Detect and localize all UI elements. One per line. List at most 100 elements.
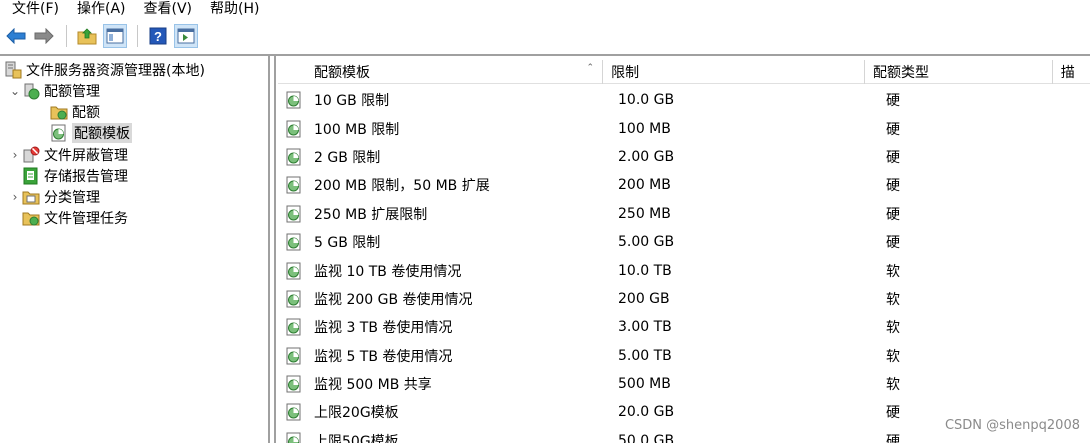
template-name: 上限50G模板 (314, 433, 399, 443)
cell-quota-type: 硬 (886, 206, 900, 223)
tree-item-quota-management[interactable]: ⌄ 配额管理 (8, 80, 100, 101)
table-row[interactable]: 监视 5 TB 卷使用情况 5.00 TB 软 (278, 342, 1090, 370)
quota-template-icon (284, 232, 304, 252)
tree-label-storage-reports: 存储报告管理 (44, 168, 128, 185)
classification-icon (22, 188, 40, 206)
cell-limit: 5.00 GB (618, 234, 675, 251)
cell-quota-type: 软 (886, 320, 900, 337)
table-row[interactable]: 100 MB 限制 100 MB 硬 (278, 114, 1090, 142)
tree-item-quota[interactable]: 配额 (50, 101, 100, 122)
svg-text:?: ? (154, 29, 162, 44)
menu-action[interactable]: 操作(A) (65, 1, 132, 17)
cell-template-name: 监视 500 MB 共享 (278, 374, 610, 394)
template-name: 上限20G模板 (314, 405, 399, 422)
tree-item-quota-templates[interactable]: 配额模板 (50, 122, 132, 143)
quota-template-list: 配额模板 ⌃ 限制 配额类型 描 10 GB 限制 10.0 GB 硬 100 MB … (274, 56, 1090, 443)
column-header-quota-type[interactable]: 配额类型 (865, 60, 1053, 84)
menu-view[interactable]: 查看(V) (132, 1, 199, 17)
quota-template-icon (284, 147, 304, 167)
table-row[interactable]: 250 MB 扩展限制 250 MB 硬 (278, 200, 1090, 228)
action-pane-button[interactable] (174, 24, 198, 48)
template-name: 5 GB 限制 (314, 235, 381, 252)
menu-file[interactable]: 文件(F) (0, 1, 65, 17)
back-button[interactable] (4, 24, 28, 48)
table-row[interactable]: 监视 3 TB 卷使用情况 3.00 TB 软 (278, 313, 1090, 341)
column-header-label: 描 (1060, 65, 1075, 81)
expand-toggle[interactable]: ⌄ (8, 84, 22, 98)
show-hide-tree-button[interactable] (103, 24, 127, 48)
cell-quota-type: 硬 (886, 178, 900, 195)
quota-folder-icon (50, 103, 68, 121)
list-rows: 10 GB 限制 10.0 GB 硬 100 MB 限制 100 MB 硬 2 GB 限制 2… (278, 86, 1090, 443)
forward-button[interactable] (32, 24, 56, 48)
cell-limit: 500 MB (618, 376, 671, 393)
navigation-tree: 文件服务器资源管理器(本地) ⌄ 配额管理 配额 配额模板 › 文件屏蔽管理 存… (0, 56, 270, 443)
cell-limit: 100 MB (618, 120, 671, 137)
tree-item-classification[interactable]: › 分类管理 (8, 186, 100, 207)
tree-item-file-management-tasks[interactable]: 文件管理任务 (22, 207, 128, 228)
cell-quota-type: 硬 (886, 121, 900, 138)
table-row[interactable]: 10 GB 限制 10.0 GB 硬 (278, 86, 1090, 114)
file-task-icon (22, 209, 40, 227)
cell-template-name: 上限50G模板 (278, 431, 610, 443)
column-header-template[interactable]: 配额模板 ⌃ (278, 60, 604, 84)
tree-item-root[interactable]: 文件服务器资源管理器(本地) (4, 59, 205, 80)
tree-label-quota-templates: 配额模板 (72, 122, 132, 143)
table-row[interactable]: 2 GB 限制 2.00 GB 硬 (278, 143, 1090, 171)
toolbar-separator (137, 25, 138, 47)
quota-template-icon (284, 346, 304, 366)
menu-bar: 文件(F) 操作(A) 查看(V) 帮助(H) (0, 0, 1090, 18)
table-row[interactable]: 监视 10 TB 卷使用情况 10.0 TB 软 (278, 256, 1090, 284)
table-row[interactable]: 5 GB 限制 5.00 GB 硬 (278, 228, 1090, 256)
cell-limit: 2.00 GB (618, 148, 675, 165)
tree-item-storage-reports[interactable]: 存储报告管理 (22, 165, 128, 186)
quota-management-icon (22, 82, 40, 100)
table-row[interactable]: 监视 200 GB 卷使用情况 200 GB 软 (278, 285, 1090, 313)
expand-toggle[interactable]: › (8, 190, 22, 204)
table-row[interactable]: 200 MB 限制，50 MB 扩展 200 MB 硬 (278, 171, 1090, 199)
column-header-description[interactable]: 描 (1053, 60, 1090, 84)
tree-label-classification: 分类管理 (44, 189, 100, 206)
cell-template-name: 上限20G模板 (278, 402, 610, 422)
template-name: 监视 10 TB 卷使用情况 (314, 263, 462, 280)
column-header-label: 配额类型 (873, 65, 930, 81)
quota-template-icon (284, 175, 304, 195)
template-name: 200 MB 限制，50 MB 扩展 (314, 178, 490, 195)
template-name: 监视 500 MB 共享 (314, 377, 432, 394)
quota-template-icon (284, 204, 304, 224)
quota-template-icon (284, 90, 304, 110)
template-name: 监视 3 TB 卷使用情况 (314, 320, 453, 337)
table-row[interactable]: 监视 500 MB 共享 500 MB 软 (278, 370, 1090, 398)
expand-toggle[interactable]: › (8, 148, 22, 162)
toolbar: ? (0, 20, 1090, 52)
cell-quota-type: 软 (886, 291, 900, 308)
template-name: 250 MB 扩展限制 (314, 206, 428, 223)
watermark: CSDN @shenpq2008 (944, 418, 1080, 433)
cell-limit: 200 GB (618, 290, 670, 307)
cell-quota-type: 硬 (886, 93, 900, 110)
cell-limit: 20.0 GB (618, 404, 675, 421)
cell-template-name: 监视 200 GB 卷使用情况 (278, 289, 610, 309)
cell-limit: 10.0 GB (618, 92, 675, 109)
tree-label-file-management-tasks: 文件管理任务 (44, 210, 128, 227)
show-hide-tree-icon (106, 28, 124, 44)
cell-quota-type: 软 (886, 348, 900, 365)
template-name: 监视 5 TB 卷使用情况 (314, 348, 453, 365)
menu-help[interactable]: 帮助(H) (198, 1, 265, 17)
cell-template-name: 监视 5 TB 卷使用情况 (278, 346, 610, 366)
back-arrow-icon (6, 28, 26, 44)
template-name: 10 GB 限制 (314, 93, 390, 110)
cell-quota-type: 硬 (886, 235, 900, 252)
help-button[interactable]: ? (146, 24, 170, 48)
up-folder-button[interactable] (75, 24, 99, 48)
cell-template-name: 250 MB 扩展限制 (278, 204, 610, 224)
cell-template-name: 10 GB 限制 (278, 90, 610, 110)
column-header-label: 配额模板 (314, 65, 370, 81)
column-header-limit[interactable]: 限制 (603, 60, 866, 84)
template-name: 100 MB 限制 (314, 121, 400, 138)
cell-limit: 10.0 TB (618, 262, 672, 279)
quota-template-icon (50, 124, 68, 142)
tree-item-file-screening[interactable]: › 文件屏蔽管理 (8, 144, 128, 165)
tree-label-quota: 配额 (72, 104, 100, 121)
cell-limit: 200 MB (618, 177, 671, 194)
